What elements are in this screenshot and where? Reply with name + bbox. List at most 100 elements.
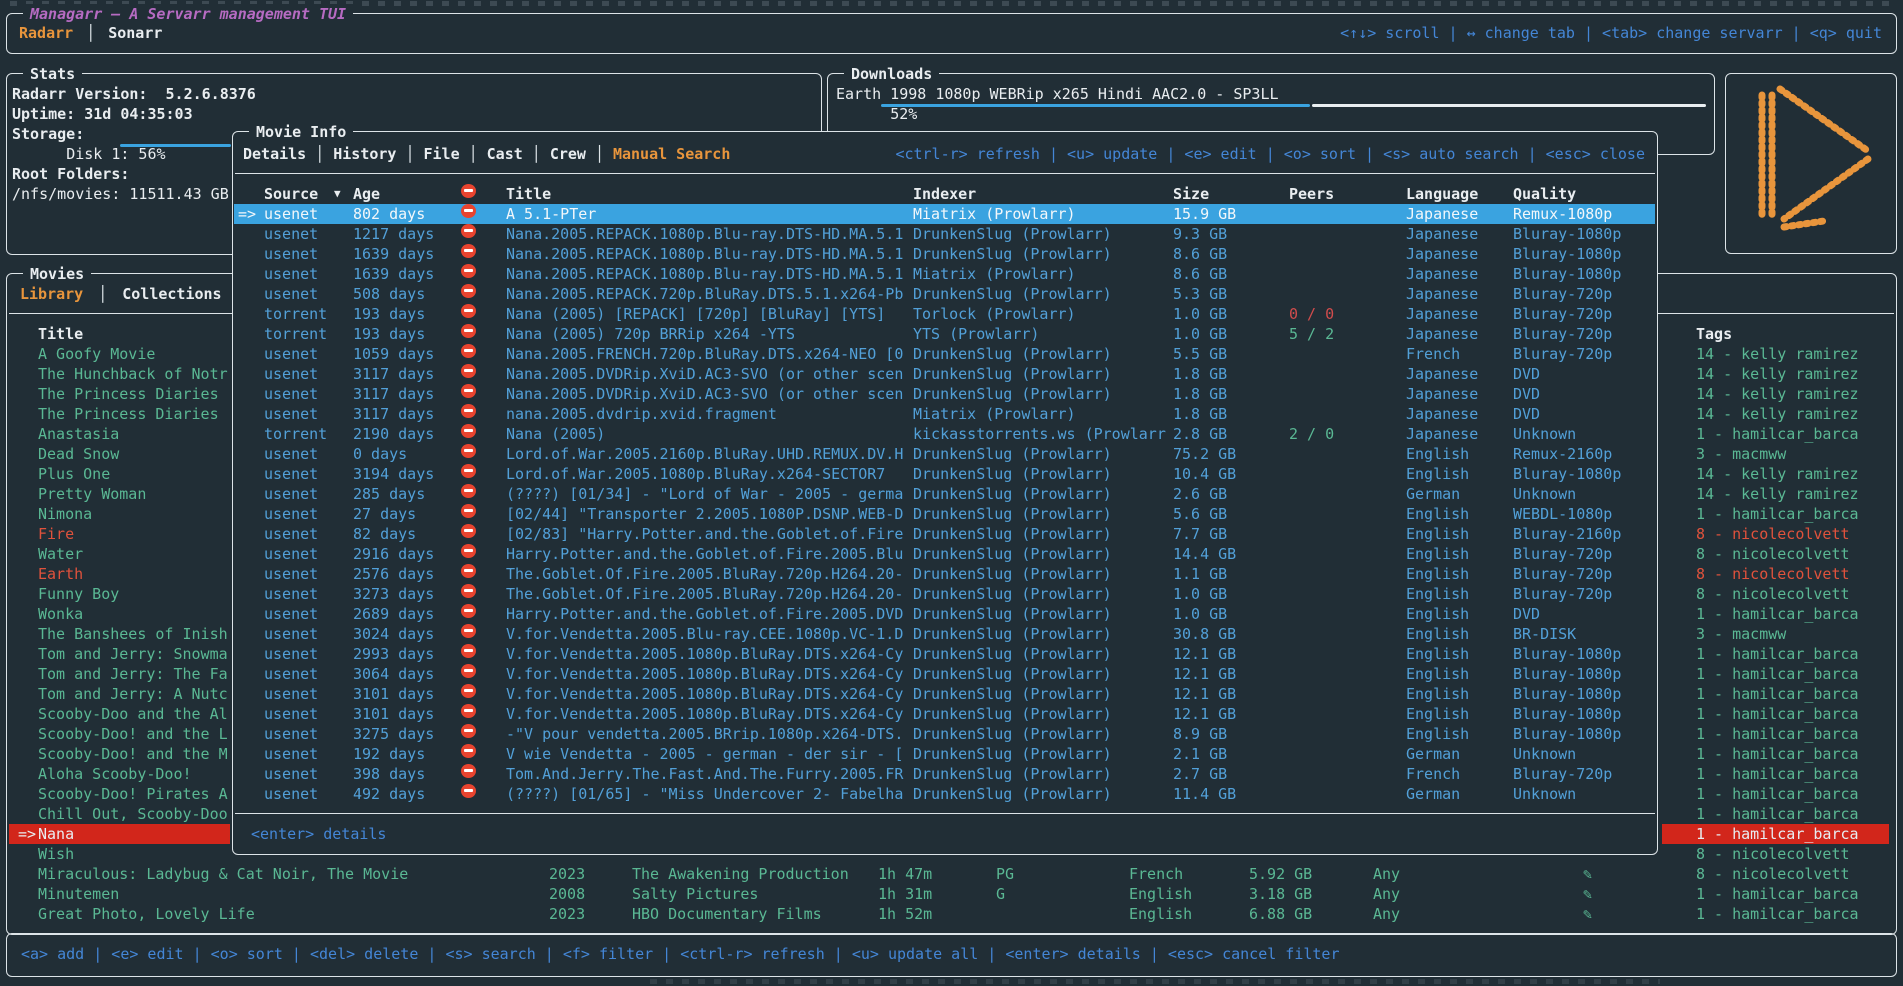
movie-tag: 8 - nicolecolvett (1696, 864, 1894, 884)
release-source: usenet (264, 224, 318, 244)
release-row[interactable]: torrent2190 daysNana (2005)kickasstorren… (234, 424, 1655, 444)
release-quality: Bluray-1080p (1513, 704, 1621, 724)
movie-title: Pretty Woman (38, 484, 232, 504)
movie-title: Plus One (38, 464, 232, 484)
rejection-icon (461, 224, 476, 238)
release-age: 193 days (353, 324, 425, 344)
release-row[interactable]: usenet0 daysLord.of.War.2005.2160p.BluRa… (234, 444, 1655, 464)
release-age: 398 days (353, 764, 425, 784)
release-row[interactable]: usenet3064 daysV.for.Vendetta.2005.1080p… (234, 664, 1655, 684)
servarr-tab-sonarr[interactable]: Sonarr (108, 23, 162, 43)
release-size: 9.3 GB (1173, 224, 1227, 244)
top-bar: Managarr – A Servarr management TUI Rada… (6, 13, 1897, 54)
movie-tag: 14 - kelly ramirez (1696, 384, 1894, 404)
release-source: usenet (264, 344, 318, 364)
movie-title: Scooby-Doo! and the L (38, 724, 232, 744)
release-row[interactable]: usenet3117 daysNana.2005.DVDRip.XviD.AC3… (234, 364, 1655, 384)
release-source: usenet (264, 564, 318, 584)
release-row[interactable]: usenet3117 daysnana.2005.dvdrip.xvid.fra… (234, 404, 1655, 424)
movie-studio: HBO Documentary Films (632, 904, 822, 924)
movie-row[interactable]: Minutemen2008Salty Pictures1h 31mGEnglis… (7, 884, 1896, 904)
release-quality: Bluray-1080p (1513, 684, 1621, 704)
release-quality: Bluray-1080p (1513, 244, 1621, 264)
release-row[interactable]: usenet492 days(????) [01/65] - "Miss Und… (234, 784, 1655, 804)
release-row[interactable]: usenet1217 daysNana.2005.REPACK.1080p.Bl… (234, 224, 1655, 244)
screen-edge-artifact-bottom (650, 979, 1660, 984)
release-row[interactable]: usenet1639 daysNana.2005.REPACK.1080p.Bl… (234, 264, 1655, 284)
movie-title: Tom and Jerry: A Nutc (38, 684, 232, 704)
release-language: English (1406, 564, 1469, 584)
release-source: usenet (264, 444, 318, 464)
release-title: (????) [01/65] - "Miss Undercover 2- Fab… (506, 784, 910, 804)
release-quality: Bluray-720p (1513, 304, 1612, 324)
release-row[interactable]: usenet1639 daysNana.2005.REPACK.1080p.Bl… (234, 244, 1655, 264)
movie-tag: 3 - macmww (1696, 444, 1894, 464)
movie-title: Earth (38, 564, 232, 584)
release-row[interactable]: usenet2689 daysHarry.Potter.and.the.Gobl… (234, 604, 1655, 624)
release-row[interactable]: usenet398 daysTom.And.Jerry.The.Fast.And… (234, 764, 1655, 784)
release-quality: BR-DISK (1513, 624, 1576, 644)
release-language: Japanese (1406, 384, 1478, 404)
release-age: 193 days (353, 304, 425, 324)
release-size: 1.0 GB (1173, 324, 1227, 344)
release-row[interactable]: usenet508 daysNana.2005.REPACK.720p.BluR… (234, 284, 1655, 304)
release-title: V.for.Vendetta.2005.1080p.BluRay.DTS.x26… (506, 644, 910, 664)
release-row[interactable]: torrent193 daysNana (2005) [REPACK] [720… (234, 304, 1655, 324)
movie-certification: PG (996, 864, 1014, 884)
release-peers: 5 / 2 (1289, 324, 1334, 344)
release-row[interactable]: torrent193 daysNana (2005) 720p BRRip x2… (234, 324, 1655, 344)
release-row[interactable]: usenet3275 days-"V pour vendetta.2005.BR… (234, 724, 1655, 744)
release-source: usenet (264, 404, 318, 424)
release-source: usenet (264, 764, 318, 784)
release-indexer: Miatrix (Prowlarr) (913, 204, 1169, 224)
release-age: 1059 days (353, 344, 434, 364)
download-item-title: Earth 1998 1080p WEBRip x265 Hindi AAC2.… (836, 84, 1279, 104)
release-indexer: DrunkenSlug (Prowlarr) (913, 584, 1169, 604)
release-row[interactable]: usenet2993 daysV.for.Vendetta.2005.1080p… (234, 644, 1655, 664)
release-row[interactable]: usenet2576 daysThe.Goblet.Of.Fire.2005.B… (234, 564, 1655, 584)
release-title: Harry.Potter.and.the.Goblet.of.Fire.2005… (506, 544, 910, 564)
release-row[interactable]: usenet3273 daysThe.Goblet.Of.Fire.2005.B… (234, 584, 1655, 604)
release-source: usenet (264, 504, 318, 524)
rejection-icon (461, 484, 476, 498)
release-row[interactable]: usenet192 daysV wie Vendetta - 2005 - ge… (234, 744, 1655, 764)
release-row[interactable]: usenet1059 daysNana.2005.FRENCH.720p.Blu… (234, 344, 1655, 364)
edit-tags-icon: ✎ (1583, 884, 1592, 904)
release-row[interactable]: usenet3117 daysNana.2005.DVDRip.XviD.AC3… (234, 384, 1655, 404)
release-size: 15.9 GB (1173, 204, 1236, 224)
servarr-tab-radarr[interactable]: Radarr (19, 23, 73, 43)
release-source: usenet (264, 524, 318, 544)
release-row[interactable]: usenet285 days(????) [01/34] - "Lord of … (234, 484, 1655, 504)
movie-certification: G (996, 884, 1005, 904)
release-source: usenet (264, 624, 318, 644)
release-row[interactable]: usenet3024 daysV.for.Vendetta.2005.Blu-r… (234, 624, 1655, 644)
release-age: 3273 days (353, 584, 434, 604)
movie-tag: 14 - kelly ramirez (1696, 344, 1894, 364)
release-age: 2576 days (353, 564, 434, 584)
release-row[interactable]: usenet3101 daysV.for.Vendetta.2005.1080p… (234, 704, 1655, 724)
movie-tag: 3 - macmww (1696, 624, 1894, 644)
release-row[interactable]: =>usenet802 daysA 5.1-PTerMiatrix (Prowl… (234, 204, 1655, 224)
movie-tag: 8 - nicolecolvett (1696, 524, 1894, 544)
release-language: English (1406, 724, 1469, 744)
release-source: usenet (264, 264, 318, 284)
release-row[interactable]: usenet3194 daysLord.of.War.2005.1080p.Bl… (234, 464, 1655, 484)
release-size: 14.4 GB (1173, 544, 1236, 564)
movie-title: Wonka (38, 604, 232, 624)
release-language: English (1406, 464, 1469, 484)
release-row[interactable]: usenet3101 daysV.for.Vendetta.2005.1080p… (234, 684, 1655, 704)
release-quality: Unknown (1513, 424, 1576, 444)
movie-title: Nimona (38, 504, 232, 524)
release-quality: DVD (1513, 404, 1540, 424)
release-row[interactable]: usenet82 days[02/83] "Harry.Potter.and.t… (234, 524, 1655, 544)
release-size: 1.0 GB (1173, 604, 1227, 624)
release-row[interactable]: usenet27 days[02/44] "Transporter 2.2005… (234, 504, 1655, 524)
movie-row[interactable]: Miraculous: Ladybug & Cat Noir, The Movi… (7, 864, 1896, 884)
release-age: 3117 days (353, 364, 434, 384)
bottom-bar: <a> add | <e> edit | <o> sort | <del> de… (6, 933, 1897, 977)
rejection-icon (461, 404, 476, 418)
movie-tag: 1 - hamilcar_barca (1696, 724, 1894, 744)
release-age: 3064 days (353, 664, 434, 684)
release-row[interactable]: usenet2916 daysHarry.Potter.and.the.Gobl… (234, 544, 1655, 564)
movie-row[interactable]: Great Photo, Lovely Life2023HBO Document… (7, 904, 1896, 924)
